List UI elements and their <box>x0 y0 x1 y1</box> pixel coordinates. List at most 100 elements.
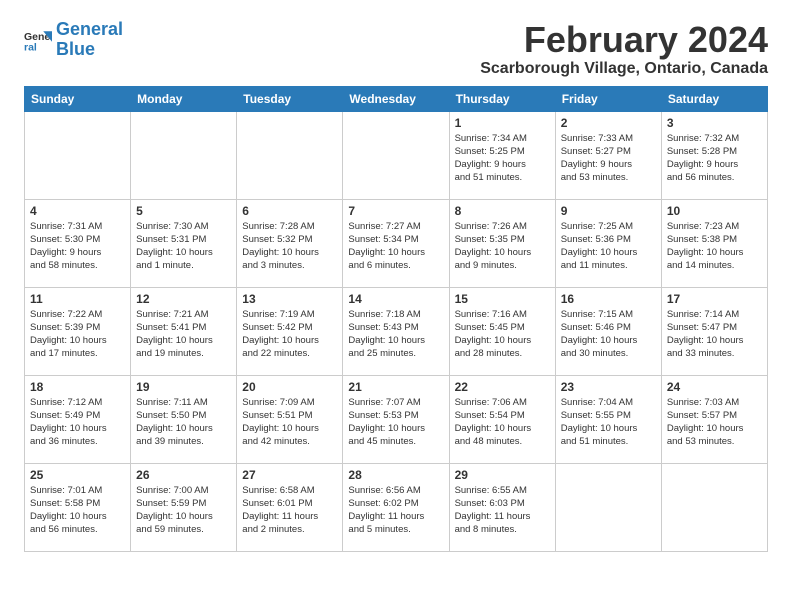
calendar-cell: 7Sunrise: 7:27 AM Sunset: 5:34 PM Daylig… <box>343 199 449 287</box>
calendar-cell: 4 Sunrise: 7:31 AM Sunset: 5:30 PM Daylig… <box>25 199 131 287</box>
calendar-cell: 22Sunrise: 7:06 AM Sunset: 5:54 PM Dayli… <box>449 375 555 463</box>
day-info: Sunrise: 6:58 AM Sunset: 6:01 PM Dayligh… <box>242 484 337 537</box>
day-info: Sunrise: 7:07 AM Sunset: 5:53 PM Dayligh… <box>348 396 443 449</box>
day-number: 15 <box>455 292 550 306</box>
calendar-cell: 14Sunrise: 7:18 AM Sunset: 5:43 PM Dayli… <box>343 287 449 375</box>
day-number: 9 <box>561 204 656 218</box>
day-number: 17 <box>667 292 762 306</box>
svg-text:ral: ral <box>24 41 37 53</box>
weekday-header-monday: Monday <box>131 86 237 111</box>
day-info: Sunrise: 6:56 AM Sunset: 6:02 PM Dayligh… <box>348 484 443 537</box>
day-number: 29 <box>455 468 550 482</box>
day-info: Sunrise: 7:25 AM Sunset: 5:36 PM Dayligh… <box>561 220 656 273</box>
calendar-week-3: 11 Sunrise: 7:22 AM Sunset: 5:39 PM Dayli… <box>25 287 768 375</box>
calendar-cell <box>237 111 343 199</box>
day-info: Sunrise: 7:18 AM Sunset: 5:43 PM Dayligh… <box>348 308 443 361</box>
calendar-cell: 17 Sunrise: 7:14 AM Sunset: 5:47 PM Dayli… <box>661 287 767 375</box>
day-number: 22 <box>455 380 550 394</box>
day-number: 16 <box>561 292 656 306</box>
calendar-cell: 6 Sunrise: 7:28 AM Sunset: 5:32 PM Daylig… <box>237 199 343 287</box>
day-number: 13 <box>242 292 337 306</box>
page-header: Gene ral General Blue February 2024 Scar… <box>24 20 768 78</box>
calendar-cell: 18 Sunrise: 7:12 AM Sunset: 5:49 PM Dayli… <box>25 375 131 463</box>
weekday-header-friday: Friday <box>555 86 661 111</box>
day-number: 12 <box>136 292 231 306</box>
day-number: 1 <box>455 116 550 130</box>
weekday-header-row: SundayMondayTuesdayWednesdayThursdayFrid… <box>25 86 768 111</box>
day-number: 26 <box>136 468 231 482</box>
weekday-header-thursday: Thursday <box>449 86 555 111</box>
calendar-cell: 1 Sunrise: 7:34 AM Sunset: 5:25 PM Daylig… <box>449 111 555 199</box>
day-number: 18 <box>30 380 125 394</box>
logo-line1: General <box>56 19 123 39</box>
weekday-header-tuesday: Tuesday <box>237 86 343 111</box>
logo: Gene ral General Blue <box>24 20 123 60</box>
weekday-header-sunday: Sunday <box>25 86 131 111</box>
day-info: Sunrise: 7:34 AM Sunset: 5:25 PM Dayligh… <box>455 132 550 185</box>
day-info: Sunrise: 7:31 AM Sunset: 5:30 PM Dayligh… <box>30 220 125 273</box>
day-info: Sunrise: 7:19 AM Sunset: 5:42 PM Dayligh… <box>242 308 337 361</box>
day-number: 11 <box>30 292 125 306</box>
day-info: Sunrise: 7:28 AM Sunset: 5:32 PM Dayligh… <box>242 220 337 273</box>
calendar-cell: 15 Sunrise: 7:16 AM Sunset: 5:45 PM Dayli… <box>449 287 555 375</box>
calendar-cell: 11 Sunrise: 7:22 AM Sunset: 5:39 PM Dayli… <box>25 287 131 375</box>
calendar-cell: 12 Sunrise: 7:21 AM Sunset: 5:41 PM Dayli… <box>131 287 237 375</box>
day-info: Sunrise: 7:33 AM Sunset: 5:27 PM Dayligh… <box>561 132 656 185</box>
calendar-cell: 29 Sunrise: 6:55 AM Sunset: 6:03 PM Dayli… <box>449 463 555 551</box>
day-info: Sunrise: 7:11 AM Sunset: 5:50 PM Dayligh… <box>136 396 231 449</box>
calendar-cell <box>131 111 237 199</box>
calendar-cell: 24 Sunrise: 7:03 AM Sunset: 5:57 PM Dayli… <box>661 375 767 463</box>
logo-line2: Blue <box>56 39 95 59</box>
calendar-cell: 20 Sunrise: 7:09 AM Sunset: 5:51 PM Dayli… <box>237 375 343 463</box>
day-info: Sunrise: 7:12 AM Sunset: 5:49 PM Dayligh… <box>30 396 125 449</box>
calendar-cell: 28Sunrise: 6:56 AM Sunset: 6:02 PM Dayli… <box>343 463 449 551</box>
day-number: 24 <box>667 380 762 394</box>
day-info: Sunrise: 7:21 AM Sunset: 5:41 PM Dayligh… <box>136 308 231 361</box>
day-info: Sunrise: 7:03 AM Sunset: 5:57 PM Dayligh… <box>667 396 762 449</box>
day-info: Sunrise: 7:01 AM Sunset: 5:58 PM Dayligh… <box>30 484 125 537</box>
day-info: Sunrise: 7:23 AM Sunset: 5:38 PM Dayligh… <box>667 220 762 273</box>
day-number: 20 <box>242 380 337 394</box>
day-info: Sunrise: 7:22 AM Sunset: 5:39 PM Dayligh… <box>30 308 125 361</box>
day-info: Sunrise: 7:04 AM Sunset: 5:55 PM Dayligh… <box>561 396 656 449</box>
day-info: Sunrise: 7:09 AM Sunset: 5:51 PM Dayligh… <box>242 396 337 449</box>
day-info: Sunrise: 7:16 AM Sunset: 5:45 PM Dayligh… <box>455 308 550 361</box>
day-number: 3 <box>667 116 762 130</box>
calendar-cell: 26Sunrise: 7:00 AM Sunset: 5:59 PM Dayli… <box>131 463 237 551</box>
calendar-cell: 10 Sunrise: 7:23 AM Sunset: 5:38 PM Dayli… <box>661 199 767 287</box>
day-number: 27 <box>242 468 337 482</box>
day-number: 25 <box>30 468 125 482</box>
calendar-cell <box>661 463 767 551</box>
calendar-cell: 16 Sunrise: 7:15 AM Sunset: 5:46 PM Dayli… <box>555 287 661 375</box>
calendar-cell: 2 Sunrise: 7:33 AM Sunset: 5:27 PM Daylig… <box>555 111 661 199</box>
day-info: Sunrise: 7:30 AM Sunset: 5:31 PM Dayligh… <box>136 220 231 273</box>
calendar-cell <box>25 111 131 199</box>
day-info: Sunrise: 7:27 AM Sunset: 5:34 PM Dayligh… <box>348 220 443 273</box>
calendar-cell: 25 Sunrise: 7:01 AM Sunset: 5:58 PM Dayli… <box>25 463 131 551</box>
calendar-cell: 13 Sunrise: 7:19 AM Sunset: 5:42 PM Dayli… <box>237 287 343 375</box>
logo-text: General Blue <box>56 20 123 60</box>
day-number: 6 <box>242 204 337 218</box>
day-number: 2 <box>561 116 656 130</box>
title-block: February 2024 Scarborough Village, Ontar… <box>480 20 768 78</box>
day-number: 23 <box>561 380 656 394</box>
day-number: 4 <box>30 204 125 218</box>
calendar-cell <box>555 463 661 551</box>
day-info: Sunrise: 7:15 AM Sunset: 5:46 PM Dayligh… <box>561 308 656 361</box>
weekday-header-saturday: Saturday <box>661 86 767 111</box>
calendar-table: SundayMondayTuesdayWednesdayThursdayFrid… <box>24 86 768 552</box>
calendar-cell: 21 Sunrise: 7:07 AM Sunset: 5:53 PM Dayli… <box>343 375 449 463</box>
calendar-cell: 5Sunrise: 7:30 AM Sunset: 5:31 PM Daylig… <box>131 199 237 287</box>
day-info: Sunrise: 7:26 AM Sunset: 5:35 PM Dayligh… <box>455 220 550 273</box>
day-number: 21 <box>348 380 443 394</box>
calendar-cell: 8 Sunrise: 7:26 AM Sunset: 5:35 PM Daylig… <box>449 199 555 287</box>
day-number: 10 <box>667 204 762 218</box>
calendar-title: February 2024 <box>480 20 768 60</box>
day-number: 8 <box>455 204 550 218</box>
day-info: Sunrise: 6:55 AM Sunset: 6:03 PM Dayligh… <box>455 484 550 537</box>
calendar-cell: 27 Sunrise: 6:58 AM Sunset: 6:01 PM Dayli… <box>237 463 343 551</box>
calendar-cell: 19Sunrise: 7:11 AM Sunset: 5:50 PM Dayli… <box>131 375 237 463</box>
calendar-cell: 3Sunrise: 7:32 AM Sunset: 5:28 PM Daylig… <box>661 111 767 199</box>
day-info: Sunrise: 7:14 AM Sunset: 5:47 PM Dayligh… <box>667 308 762 361</box>
calendar-subtitle: Scarborough Village, Ontario, Canada <box>480 60 768 78</box>
